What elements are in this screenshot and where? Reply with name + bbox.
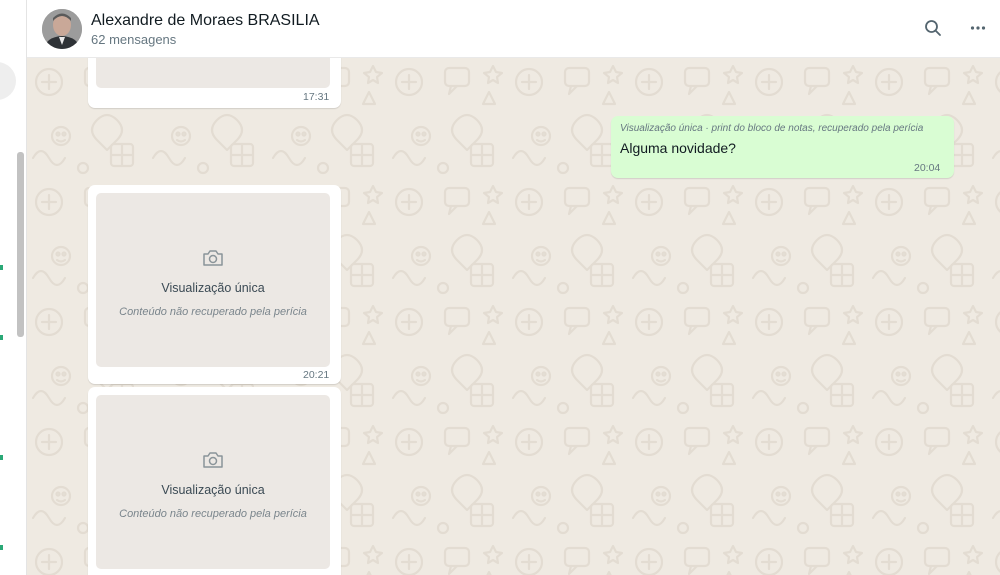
message-text: Alguma novidade? [620,140,736,156]
unread-indicator [0,545,3,550]
contact-name: Alexandre de Moraes BRASILIA [91,12,320,29]
chat-header[interactable]: Alexandre de Moraes BRASILIA 62 mensagen… [27,0,1000,58]
view-once-label: Visualização única [161,483,265,497]
camera-icon [203,250,223,266]
message-time: 20:21 [303,369,330,381]
view-once-media[interactable]: Visualização única Conteúdo não recupera… [96,395,330,569]
forensic-note: Conteúdo não recuperado pela perícia [119,306,307,318]
message-count: 62 mensagens [91,32,177,47]
message-bubble-incoming[interactable]: Visualização única Conteúdo não recupera… [88,185,341,384]
unread-indicator [0,455,3,460]
message-time: 17:31 [303,91,330,103]
message-time: 20:04 [914,162,941,174]
message-bubble-incoming[interactable]: 17:31 [88,58,341,108]
unread-indicator [0,335,3,340]
view-once-media[interactable]: Visualização única Conteúdo não recupera… [96,193,330,367]
unread-indicator [0,265,3,270]
chat-area[interactable]: 17:31 Visualização única Conteúdo não re… [27,58,1000,575]
sidebar-search-button[interactable] [0,62,16,100]
message-bubble-outgoing[interactable]: Visualização única · print do bloco de n… [611,116,954,178]
sidebar-scrollbar[interactable] [17,152,24,337]
message-caption: Visualização única · print do bloco de n… [620,123,924,134]
avatar[interactable] [42,9,82,49]
forensic-note: Conteúdo não recuperado pela perícia [119,508,307,520]
view-once-label: Visualização única [161,281,265,295]
view-once-media[interactable] [96,58,330,88]
more-options-icon[interactable] [967,17,989,39]
search-icon[interactable] [922,17,944,39]
camera-icon [203,452,223,468]
chat-list-sidebar [0,0,27,575]
message-bubble-incoming[interactable]: Visualização única Conteúdo não recupera… [88,387,341,575]
